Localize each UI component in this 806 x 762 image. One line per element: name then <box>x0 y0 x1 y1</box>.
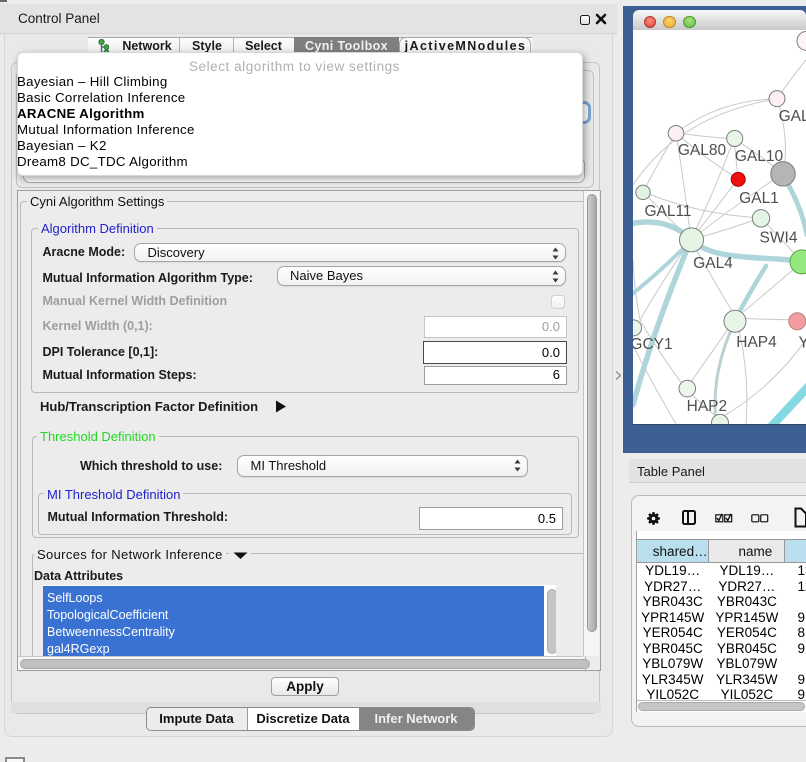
svg-text:SWI4: SWI4 <box>760 230 798 247</box>
svg-text:HAP2: HAP2 <box>687 399 728 416</box>
svg-text:GCY1: GCY1 <box>633 336 673 353</box>
svg-text:GAL4: GAL4 <box>693 255 733 272</box>
svg-text:GAL1: GAL1 <box>739 191 779 208</box>
svg-text:HAP4: HAP4 <box>736 334 777 351</box>
svg-text:GAL7: GAL7 <box>779 108 806 125</box>
svg-text:YM: YM <box>799 335 806 352</box>
svg-text:GAL80: GAL80 <box>678 142 727 159</box>
svg-text:GAL10: GAL10 <box>735 148 784 165</box>
svg-text:GAL11: GAL11 <box>644 204 691 221</box>
